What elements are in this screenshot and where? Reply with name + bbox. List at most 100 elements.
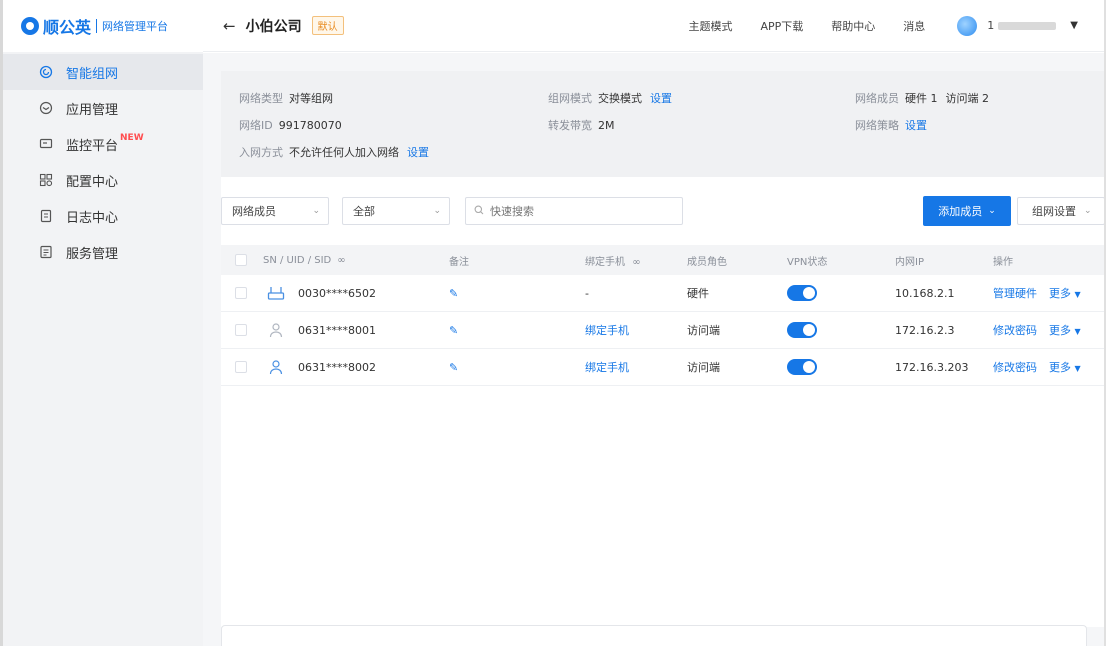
change-password-link[interactable]: 修改密码	[993, 322, 1037, 338]
visitor-count: 访问端 2	[945, 92, 990, 105]
bind-phone-link[interactable]: 绑定手机	[585, 361, 629, 374]
link-icon[interactable]: ∞	[632, 257, 640, 268]
table-row: 0030****6502 ✎ - 硬件 10.168.2.1 管理硬件 更多 ▼	[221, 275, 1106, 312]
edit-note-icon[interactable]: ✎	[449, 361, 458, 374]
row-checkbox[interactable]	[235, 361, 247, 373]
user-icon	[267, 322, 285, 338]
join-method-row: 入网方式 不允许任何人加入网络 设置	[239, 144, 429, 160]
network-policy-settings-link[interactable]: 设置	[905, 117, 927, 133]
sidebar-item-network[interactable]: 智能组网	[3, 54, 203, 90]
column-header-note: 备注	[449, 256, 469, 268]
network-members-row: 网络成员 硬件 1 访问端 2	[855, 90, 997, 106]
bind-phone-link[interactable]: 绑定手机	[585, 324, 629, 337]
top-nav: 主题模式 APP下载 帮助中心 消息 1 ▼	[689, 0, 1106, 52]
nav-help-center[interactable]: 帮助中心	[831, 18, 875, 34]
router-icon	[267, 285, 285, 301]
brand-name: 顺公英	[43, 18, 92, 37]
manage-hardware-link[interactable]: 管理硬件	[993, 285, 1037, 301]
more-label: 更多	[1049, 324, 1071, 337]
bottom-panel	[221, 625, 1087, 646]
nav-theme-mode[interactable]: 主题模式	[689, 18, 733, 34]
vpn-toggle[interactable]	[787, 322, 817, 338]
log-icon	[39, 209, 53, 223]
column-header-role: 成员角色	[687, 256, 727, 268]
network-mode-label: 组网模式	[548, 92, 592, 105]
change-password-link[interactable]: 修改密码	[993, 359, 1037, 375]
network-policy-row: 网络策略 设置	[855, 117, 927, 133]
network-id-value: 991780070	[278, 118, 342, 132]
member-role: 访问端	[687, 324, 720, 337]
nav-messages[interactable]: 消息	[903, 18, 925, 34]
main-content: 网络类型 对等组网 组网模式 交换模式 设置 网络成员 硬件 1 访问端 2 网…	[203, 53, 1106, 646]
edit-note-icon[interactable]: ✎	[449, 287, 458, 300]
add-member-button[interactable]: 添加成员 ⌄	[923, 196, 1011, 226]
link-icon[interactable]: ∞	[337, 255, 345, 266]
more-actions-link[interactable]: 更多 ▼	[1049, 285, 1081, 301]
bandwidth-value: 2M	[598, 118, 615, 132]
bandwidth-label: 转发带宽	[548, 119, 592, 132]
back-arrow-icon[interactable]: ←	[223, 17, 236, 35]
network-mode-settings-link[interactable]: 设置	[650, 90, 672, 106]
device-sn: 0030****6502	[298, 286, 376, 300]
network-id-row: 网络ID 991780070	[239, 117, 350, 133]
edit-note-icon[interactable]: ✎	[449, 324, 458, 337]
network-mode-value: 交换模式	[598, 92, 642, 105]
member-toolbar: 网络成员 ⌄ 全部 ⌄ 添加成员 ⌄ 组网设置 ⌄	[221, 196, 1106, 227]
avatar[interactable]	[957, 15, 978, 36]
sidebar-item-config[interactable]: 配置中心	[3, 162, 203, 198]
more-actions-link[interactable]: 更多 ▼	[1049, 322, 1081, 338]
chevron-down-icon: ⌄	[433, 206, 441, 216]
sidebar-item-service[interactable]: 服务管理	[3, 234, 203, 270]
more-label: 更多	[1049, 361, 1071, 374]
sidebar-item-label: 日志中心	[66, 210, 119, 226]
table-row: 0631****8002 ✎ 绑定手机 访问端 172.16.3.203 修改密…	[221, 349, 1106, 386]
vpn-toggle[interactable]	[787, 285, 817, 301]
role-filter-select[interactable]: 全部 ⌄	[342, 197, 450, 225]
member-role: 硬件	[687, 287, 709, 300]
user-icon	[267, 359, 285, 375]
column-header-vpn: VPN状态	[787, 256, 828, 268]
sidebar-item-label: 应用管理	[66, 102, 119, 118]
hardware-count: 硬件 1	[905, 92, 938, 105]
sidebar-item-log[interactable]: 日志中心	[3, 198, 203, 234]
table-row: 0631****8001 ✎ 绑定手机 访问端 172.16.2.3 修改密码 …	[221, 312, 1106, 349]
chevron-down-icon: ⌄	[988, 206, 996, 216]
network-type-row: 网络类型 对等组网	[239, 90, 341, 106]
member-role: 访问端	[687, 361, 720, 374]
row-checkbox[interactable]	[235, 324, 247, 336]
logo[interactable]: 顺公英 网络管理平台	[3, 0, 203, 52]
logo-icon	[21, 17, 39, 35]
network-settings-label: 组网设置	[1032, 205, 1076, 218]
network-settings-button[interactable]: 组网设置 ⌄	[1017, 197, 1105, 225]
join-method-label: 入网方式	[239, 146, 283, 159]
network-info-card: 网络类型 对等组网 组网模式 交换模式 设置 网络成员 硬件 1 访问端 2 网…	[221, 71, 1106, 177]
bandwidth-row: 转发带宽 2M	[548, 117, 623, 133]
bound-phone: -	[585, 286, 589, 300]
network-icon	[39, 65, 53, 79]
join-method-settings-link[interactable]: 设置	[407, 144, 429, 160]
sidebar-item-apps[interactable]: 应用管理	[3, 90, 203, 126]
sidebar-item-monitor[interactable]: 监控平台 NEW	[3, 126, 203, 162]
network-type-label: 网络类型	[239, 92, 283, 105]
app-icon	[39, 101, 53, 115]
vpn-toggle[interactable]	[787, 359, 817, 375]
member-type-select[interactable]: 网络成员 ⌄	[221, 197, 329, 225]
role-filter-select-value: 全部	[353, 205, 375, 218]
sidebar-item-label: 服务管理	[66, 246, 119, 262]
sidebar-item-label: 智能组网	[66, 66, 119, 82]
more-actions-link[interactable]: 更多 ▼	[1049, 359, 1081, 375]
row-checkbox[interactable]	[235, 287, 247, 299]
column-header-phone-label: 绑定手机	[585, 256, 625, 268]
sidebar: 顺公英 网络管理平台 智能组网 应用管理 监控平台 NEW 配置中心 日志中心 …	[0, 0, 203, 646]
search-input[interactable]	[490, 204, 670, 218]
sidebar-item-label: 配置中心	[66, 174, 119, 190]
network-members-label: 网络成员	[855, 92, 899, 105]
caret-down-icon: ▼	[1074, 327, 1081, 336]
chevron-down-icon: ⌄	[1084, 206, 1092, 216]
username-redacted	[998, 21, 1057, 30]
add-member-label: 添加成员	[938, 205, 983, 218]
select-all-checkbox[interactable]	[235, 254, 247, 266]
nav-app-download[interactable]: APP下载	[761, 18, 804, 34]
join-method-value: 不允许任何人加入网络	[289, 146, 399, 159]
chevron-down-icon[interactable]: ▼	[1070, 20, 1078, 31]
